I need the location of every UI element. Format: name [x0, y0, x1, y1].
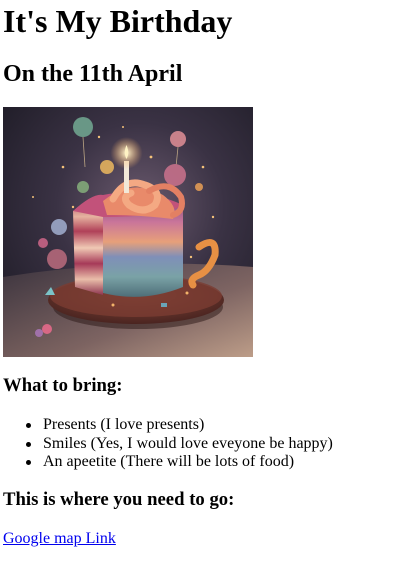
page-title: It's My Birthday [3, 3, 233, 39]
birthday-cake-image [3, 107, 253, 357]
list-item-text: Smiles (Yes, I would love eveyone be hap… [43, 434, 333, 452]
page-subtitle: On the 11th April [3, 61, 183, 87]
bullet-icon [26, 460, 31, 465]
bullet-icon [26, 423, 31, 428]
bullet-icon [26, 441, 31, 447]
list-item: Smiles (Yes, I would love eveyone be hap… [26, 434, 333, 454]
list-item-text: An apeetite (There will be lots of food) [43, 453, 295, 470]
list-item: An apeetite (There will be lots of food) [26, 453, 333, 472]
google-map-link[interactable]: Google map Link [3, 529, 116, 549]
bring-list: Presents (I love presents) Smiles (Yes, … [26, 416, 333, 472]
what-to-bring-heading: What to bring: [3, 375, 123, 396]
list-item: Presents (I love presents) [26, 416, 333, 435]
list-item-text: Presents (I love presents) [43, 416, 205, 433]
directions-heading: This is where you need to go: [3, 489, 235, 510]
